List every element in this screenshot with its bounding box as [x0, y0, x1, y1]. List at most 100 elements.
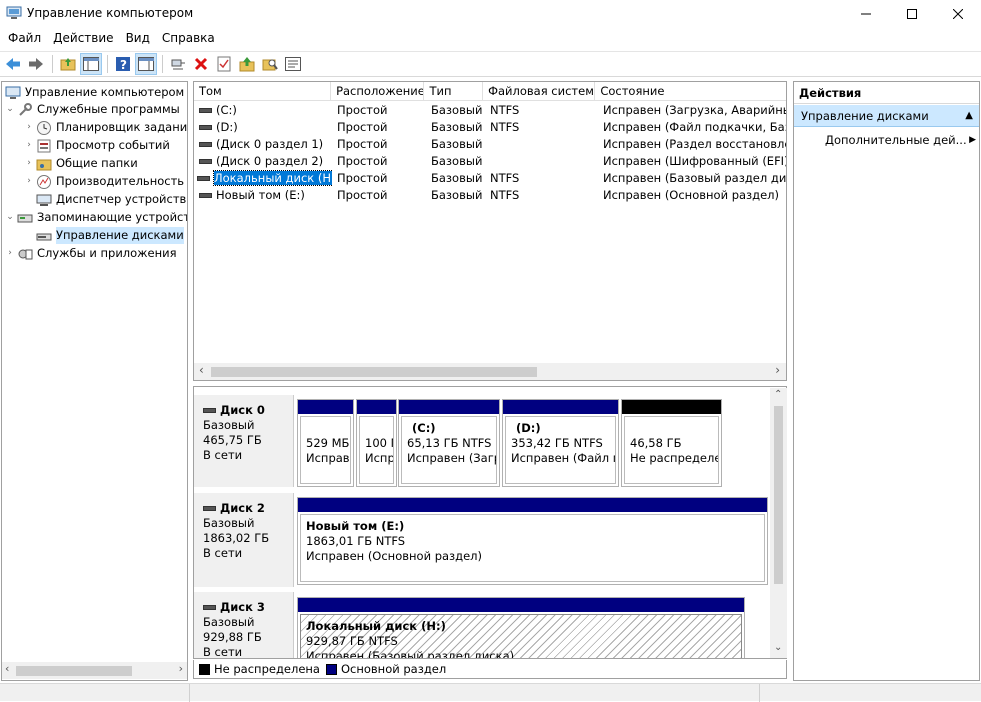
chevron-right-icon[interactable]: ›: [24, 119, 34, 136]
delete-button[interactable]: [190, 53, 212, 75]
volume-horizontal-scrollbar[interactable]: ‹ ›: [194, 363, 786, 380]
open-folder-button[interactable]: [236, 53, 258, 75]
menu-file[interactable]: Файл: [2, 28, 47, 49]
chevron-right-icon[interactable]: ›: [24, 173, 34, 190]
tree-root[interactable]: Управление компьютером (л: [5, 84, 187, 101]
menu-action[interactable]: Действие: [47, 28, 119, 49]
search-folder-icon: [262, 59, 278, 71]
search-folder-button[interactable]: [259, 53, 281, 75]
volume-status: Исправен (Загрузка, Аварийный д: [603, 103, 786, 117]
volume-layout: Простой: [337, 120, 388, 134]
partition-color-bar: [503, 400, 618, 414]
partition-status: Исправен (Основной раздел): [306, 549, 483, 563]
help-button[interactable]: ?: [112, 53, 134, 75]
list-button[interactable]: [282, 53, 304, 75]
actions-section-header[interactable]: Управление дисками ▲: [794, 105, 979, 127]
partition[interactable]: (D:) 353,42 ГБ NTFS Исправен (Файл по: [502, 399, 619, 487]
tree-item-services-apps[interactable]: › Службы и приложения: [5, 245, 176, 262]
volume-layout: Простой: [337, 188, 388, 202]
back-button[interactable]: [2, 53, 24, 75]
title-bar[interactable]: Управление компьютером: [0, 0, 981, 27]
toolbar-separator: [162, 55, 163, 73]
minimize-icon: [861, 13, 871, 14]
partition-unallocated[interactable]: 46,58 ГБ Не распределен: [621, 399, 722, 487]
connect-icon: [171, 59, 185, 70]
scroll-left-icon[interactable]: ‹: [199, 363, 204, 377]
partition-color-bar: [298, 498, 767, 512]
disk-label[interactable]: Диск 3 Базовый 929,88 ГБ В сети: [194, 592, 294, 659]
column-header-volume[interactable]: Том: [194, 82, 332, 101]
disk-label[interactable]: Диск 0 Базовый 465,75 ГБ В сети: [194, 395, 294, 487]
partition[interactable]: 100 М Испр: [356, 399, 397, 487]
minimize-button[interactable]: [843, 0, 889, 27]
tree-item-task-scheduler[interactable]: › Планировщик заданий: [24, 119, 188, 136]
scroll-right-icon[interactable]: ›: [179, 662, 183, 675]
menu-view[interactable]: Вид: [120, 28, 156, 49]
up-folder-button[interactable]: [57, 53, 79, 75]
volume-icon: [199, 125, 212, 130]
tree-horizontal-scrollbar[interactable]: ‹ ›: [2, 662, 187, 679]
tree-item-storage[interactable]: ⌄ Запоминающие устройст: [5, 209, 187, 226]
scroll-thumb[interactable]: [16, 666, 132, 676]
legend: Не распределена Основной раздел: [193, 660, 787, 679]
properties-button[interactable]: [213, 53, 235, 75]
chevron-right-icon[interactable]: ›: [24, 155, 34, 172]
tree-item-shared-folders[interactable]: › Общие папки: [24, 155, 138, 172]
volume-layout: Простой: [337, 137, 388, 151]
tree-item-performance[interactable]: › Производительность: [24, 173, 184, 190]
partition-name: Локальный диск (H:): [306, 619, 446, 633]
volume-row-selected[interactable]: Локальный диск (H:) Простой Базовый NTFS…: [194, 170, 786, 187]
column-header-layout[interactable]: Расположение: [331, 82, 425, 101]
partition-color-bar: [298, 598, 744, 612]
disk-vertical-scrollbar[interactable]: ⌃ ⌄: [770, 388, 787, 658]
forward-button[interactable]: [25, 53, 47, 75]
column-header-type[interactable]: Тип: [424, 82, 484, 101]
partition[interactable]: Новый том (E:) 1863,01 ГБ NTFS Исправен …: [297, 497, 768, 585]
tree-item-disk-management[interactable]: Управление дисками: [36, 227, 184, 244]
disk-name: Диск 3: [220, 600, 265, 614]
navigation-tree: Управление компьютером (л ⌄ Служебные пр…: [1, 81, 188, 681]
scroll-down-icon[interactable]: ⌄: [774, 642, 782, 653]
column-header-status[interactable]: Состояние: [595, 82, 786, 101]
menu-help[interactable]: Справка: [156, 28, 221, 49]
tree-item-device-manager[interactable]: Диспетчер устройств: [36, 191, 186, 208]
volume-row[interactable]: (Диск 0 раздел 1) Простой Базовый Исправ…: [194, 136, 786, 153]
maximize-button[interactable]: [889, 0, 935, 27]
console-button[interactable]: [135, 53, 157, 75]
chevron-right-icon[interactable]: ›: [24, 137, 34, 154]
collapse-up-icon[interactable]: ▲: [965, 105, 973, 127]
volume-row[interactable]: (Диск 0 раздел 2) Простой Базовый Исправ…: [194, 153, 787, 170]
chevron-right-icon[interactable]: ›: [5, 245, 15, 262]
chevron-down-icon[interactable]: ⌄: [5, 101, 15, 118]
scroll-left-icon[interactable]: ‹: [5, 662, 9, 675]
more-actions-item[interactable]: Дополнительные дей... ▶: [825, 130, 976, 150]
scroll-thumb[interactable]: [211, 367, 537, 377]
volume-row[interactable]: Новый том (E:) Простой Базовый NTFS Испр…: [194, 187, 786, 204]
scroll-up-icon[interactable]: ⌃: [774, 389, 782, 400]
close-button[interactable]: [935, 0, 981, 27]
volume-icon: [199, 193, 212, 198]
disk-label[interactable]: Диск 2 Базовый 1863,02 ГБ В сети: [194, 493, 294, 587]
close-icon: [953, 8, 963, 19]
disk-status: В сети: [203, 546, 243, 560]
partition[interactable]: 529 МБ Исправ: [297, 399, 354, 487]
partition[interactable]: (C:) 65,13 ГБ NTFS Исправен (Загр: [398, 399, 500, 487]
show-hide-tree-button[interactable]: [80, 53, 102, 75]
volume-status: Исправен (Шифрованный (EFI) си: [603, 154, 787, 168]
tree-item-event-viewer[interactable]: › Просмотр событий: [24, 137, 170, 154]
connect-button[interactable]: [167, 53, 189, 75]
disk-name: Диск 0: [220, 403, 265, 417]
services-icon: [18, 249, 33, 259]
disk-status: В сети: [203, 645, 243, 659]
tools-icon: [19, 102, 32, 116]
tree-item-label: Планировщик заданий: [56, 120, 188, 134]
volume-row[interactable]: (D:) Простой Базовый NTFS Исправен (Файл…: [194, 119, 786, 136]
volume-row[interactable]: (C:) Простой Базовый NTFS Исправен (Загр…: [194, 102, 786, 119]
scroll-thumb[interactable]: [774, 406, 783, 584]
column-header-filesystem[interactable]: Файловая система: [483, 82, 596, 101]
disk-size: 929,88 ГБ: [203, 630, 262, 644]
tree-item-system-tools[interactable]: ⌄ Служебные программы: [5, 101, 180, 118]
scroll-right-icon[interactable]: ›: [775, 363, 780, 377]
chevron-down-icon[interactable]: ⌄: [5, 209, 15, 226]
partition-selected[interactable]: Локальный диск (H:) 929,87 ГБ NTFS Испра…: [297, 597, 745, 658]
